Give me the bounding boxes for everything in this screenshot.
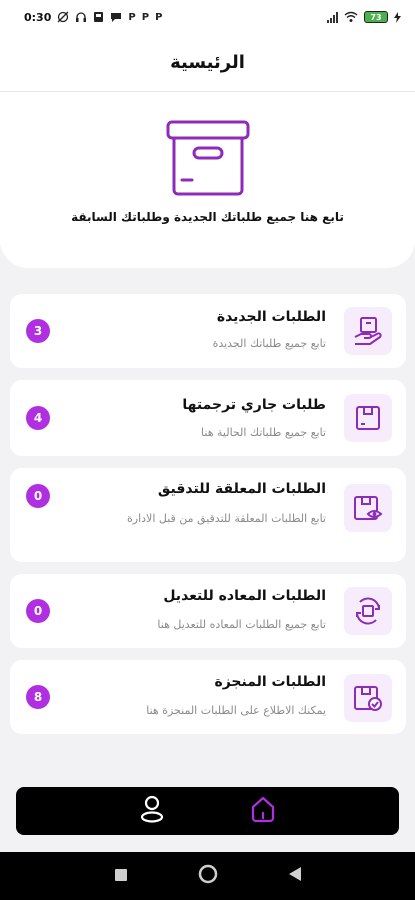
card-title: الطلبات المعاده للتعديل	[163, 588, 326, 604]
card-title: الطلبات المنجزة	[214, 674, 326, 690]
card-title: الطلبات المعلقة للتدقيق	[157, 481, 326, 497]
card-title: طلبات جاري ترجمتها	[182, 397, 326, 413]
page-title: الرئيسية	[170, 52, 245, 73]
card-icon-box	[344, 484, 392, 532]
count-badge: 8	[26, 685, 50, 709]
chat-bubble-icon	[111, 13, 122, 22]
status-left: 0:30 P P P	[24, 11, 162, 24]
square-icon	[114, 868, 127, 881]
system-nav-bar	[0, 852, 415, 900]
card-subtitle: تابع جميع طلباتك الحالية هنا	[201, 426, 326, 439]
home-system-button[interactable]	[198, 864, 218, 888]
profile-icon	[140, 795, 163, 823]
wifi-icon	[344, 11, 358, 22]
returned-for-edit-card[interactable]: الطلبات المعاده للتعديل تابع جميع الطلبا…	[10, 574, 406, 648]
card-icon-box	[344, 307, 392, 355]
back-triangle-icon	[288, 867, 301, 881]
storage-icon	[94, 12, 104, 22]
box-eye-icon	[354, 496, 383, 520]
archive-box-icon	[166, 120, 249, 196]
header: الرئيسية	[0, 34, 415, 92]
box-check-icon	[354, 686, 382, 711]
card-icon-box	[344, 394, 392, 442]
recents-button[interactable]	[114, 867, 128, 886]
card-subtitle: يمكنك الاطلاع على الطلبات المنجزة هنا	[146, 704, 326, 717]
count-badge: 4	[26, 406, 50, 430]
card-subtitle: تابع جميع الطلبات المعاده للتعديل هنا	[157, 618, 326, 631]
count-badge: 0	[26, 484, 50, 508]
count-badge: 0	[26, 599, 50, 623]
box-icon	[356, 406, 380, 430]
box-cycle-icon	[356, 597, 380, 625]
bottom-nav	[16, 787, 399, 835]
nav-profile-button[interactable]	[139, 794, 165, 828]
completed-orders-card[interactable]: الطلبات المنجزة يمكنك الاطلاع على الطلبا…	[10, 660, 406, 734]
count-badge: 3	[26, 319, 50, 343]
card-icon-box	[344, 674, 392, 722]
hero-description: تابع هنا جميع طلباتك الجديدة وطلباتك الس…	[71, 210, 344, 224]
status-bar: 0:30 P P P 73	[0, 0, 415, 34]
charging-icon	[394, 11, 401, 23]
no-alarm-icon	[57, 11, 69, 23]
parking-icon: P	[128, 11, 136, 23]
in-translation-card[interactable]: طلبات جاري ترجمتها تابع جميع طلباتك الحا…	[10, 380, 406, 456]
parking-icon: P	[141, 11, 150, 23]
card-subtitle: تابع جميع طلباتك الجديدة	[212, 337, 326, 350]
nav-home-button[interactable]	[250, 794, 276, 828]
card-subtitle: تابع الطلبات المعلقة للتدقيق من قبل الاد…	[127, 512, 326, 525]
card-title: الطلبات الجديدة	[216, 309, 326, 325]
headphones-icon	[76, 12, 87, 22]
signal-icon	[327, 11, 338, 23]
battery-icon: 73	[364, 11, 388, 23]
home-icon	[252, 796, 275, 823]
hero-section: تابع هنا جميع طلباتك الجديدة وطلباتك الس…	[0, 92, 415, 268]
parking-icon: P	[155, 11, 163, 23]
card-icon-box	[344, 587, 392, 635]
hand-box-icon	[354, 317, 382, 345]
circle-icon	[198, 864, 217, 884]
back-button[interactable]	[288, 866, 302, 886]
status-right: 73	[327, 11, 401, 23]
pending-review-card[interactable]: الطلبات المعلقة للتدقيق تابع الطلبات الم…	[10, 468, 406, 562]
new-orders-card[interactable]: الطلبات الجديدة تابع جميع طلباتك الجديدة…	[10, 294, 406, 368]
status-time: 0:30	[24, 10, 52, 24]
